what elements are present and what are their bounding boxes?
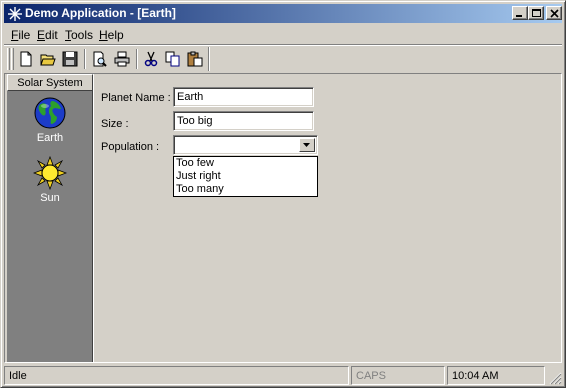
status-bar: Idle CAPS 10:04 AM	[4, 365, 562, 385]
sun-icon	[33, 156, 67, 190]
maximize-icon	[532, 9, 541, 17]
print-preview-button[interactable]	[90, 49, 110, 69]
population-option-too-many[interactable]: Too many	[174, 183, 317, 196]
sidebar: Solar System Earth Sun	[7, 74, 93, 362]
open-folder-icon	[40, 54, 56, 66]
toolbar-grip-2[interactable]	[11, 48, 14, 70]
sidebar-item-label: Sun	[40, 192, 60, 204]
earth-globe-icon	[34, 97, 66, 129]
toolbar-grip[interactable]	[7, 48, 10, 70]
print-icon	[114, 51, 130, 67]
menu-help-label: elp	[107, 28, 124, 42]
close-icon	[550, 9, 559, 18]
paste-icon	[187, 51, 203, 67]
menu-file[interactable]: File	[11, 28, 30, 42]
cut-button[interactable]	[141, 49, 161, 69]
menu-tools[interactable]: Tools	[65, 28, 93, 42]
population-label: Population :	[101, 141, 160, 153]
minimize-button[interactable]	[512, 6, 528, 20]
sidebar-item-earth[interactable]: Earth	[7, 96, 93, 144]
save-disk-icon	[62, 51, 78, 67]
menu-help[interactable]: Help	[99, 28, 124, 42]
population-select[interactable]	[173, 135, 318, 155]
new-document-icon	[20, 51, 32, 67]
size-label: Size :	[101, 118, 129, 130]
application-window: Demo Application - [Earth] File Edit Too…	[0, 0, 566, 388]
open-button[interactable]	[38, 49, 58, 69]
sidebar-header[interactable]: Solar System	[7, 74, 93, 91]
chevron-down-icon	[303, 143, 310, 147]
toolbar-separator	[84, 49, 86, 69]
copy-button[interactable]	[163, 49, 183, 69]
copy-icon	[165, 51, 180, 67]
print-preview-icon	[93, 51, 107, 67]
menu-file-label: ile	[18, 28, 31, 42]
status-clock: 10:04 AM	[447, 366, 545, 385]
menu-bar: File Edit Tools Help	[4, 25, 562, 44]
print-button[interactable]	[112, 49, 132, 69]
minimize-icon	[516, 15, 522, 17]
paste-button[interactable]	[185, 49, 205, 69]
close-button[interactable]	[546, 6, 562, 20]
population-dropdown-list: Too few Just right Too many	[173, 156, 318, 197]
population-option-too-few[interactable]: Too few	[174, 157, 317, 170]
new-button[interactable]	[16, 49, 36, 69]
status-message: Idle	[4, 366, 349, 385]
menu-help-accel: H	[99, 28, 108, 42]
maximize-button[interactable]	[528, 6, 544, 20]
sidebar-item-sun[interactable]: Sun	[7, 156, 93, 204]
toolbar	[4, 47, 562, 73]
toolbar-end	[208, 47, 210, 71]
population-dropdown-button[interactable]	[299, 138, 315, 152]
title-bar[interactable]: Demo Application - [Earth]	[4, 4, 562, 23]
toolbar-separator-2	[136, 49, 138, 69]
menu-divider	[4, 44, 562, 46]
menu-edit[interactable]: Edit	[37, 28, 58, 42]
planet-name-label: Planet Name :	[101, 92, 171, 104]
sidebar-item-label: Earth	[36, 132, 64, 144]
menu-edit-label: dit	[45, 28, 58, 42]
splitter[interactable]	[93, 74, 96, 362]
status-caps-indicator: CAPS	[351, 366, 445, 385]
size-field[interactable]: Too big	[173, 111, 314, 131]
app-snowflake-icon	[8, 7, 22, 21]
cut-icon	[144, 51, 158, 67]
menu-edit-accel: E	[37, 28, 46, 42]
population-option-just-right[interactable]: Just right	[174, 170, 317, 183]
save-button[interactable]	[60, 49, 80, 69]
planet-name-field[interactable]: Earth	[173, 87, 314, 107]
menu-tools-label: ools	[71, 28, 94, 42]
resize-grip-icon[interactable]	[549, 372, 562, 385]
window-title: Demo Application - [Earth]	[25, 6, 176, 20]
